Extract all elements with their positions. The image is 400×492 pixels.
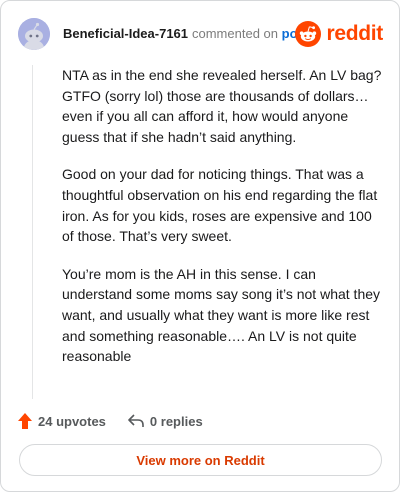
comment-body: NTA as in the end she revealed herself. … (62, 65, 387, 384)
brand-name: reddit (326, 22, 383, 45)
snoo-avatar-icon (18, 18, 50, 50)
comment-meta: commented on post (192, 26, 309, 41)
replies-button[interactable]: 0 replies (128, 414, 203, 429)
comment-actions: 24 upvotes 0 replies (18, 411, 203, 431)
upvote-arrow-icon (18, 413, 32, 429)
thread-line (32, 65, 33, 399)
embedded-comment-card: Beneficial-Idea-7161 commented on post r… (0, 0, 400, 492)
comment-paragraph: You’re mom is the AH in this sense. I ca… (62, 265, 381, 365)
avatar[interactable] (18, 18, 50, 50)
reddit-brand[interactable]: reddit (295, 21, 383, 47)
comment-header: Beneficial-Idea-7161 commented on post r… (18, 17, 383, 51)
reply-arrow-icon (128, 414, 144, 427)
upvote-count: 24 upvotes (38, 413, 106, 429)
view-more-button[interactable]: View more on Reddit (19, 444, 382, 476)
reply-count: 0 replies (149, 413, 203, 429)
comment-username[interactable]: Beneficial-Idea-7161 (63, 26, 188, 41)
comment-paragraph: NTA as in the end she revealed herself. … (62, 67, 382, 145)
reddit-logo-icon (295, 21, 322, 47)
action-text: commented on (192, 26, 278, 41)
upvote-button[interactable]: 24 upvotes (18, 413, 106, 429)
comment-paragraph: Good on your dad for noticing things. Th… (62, 166, 378, 245)
